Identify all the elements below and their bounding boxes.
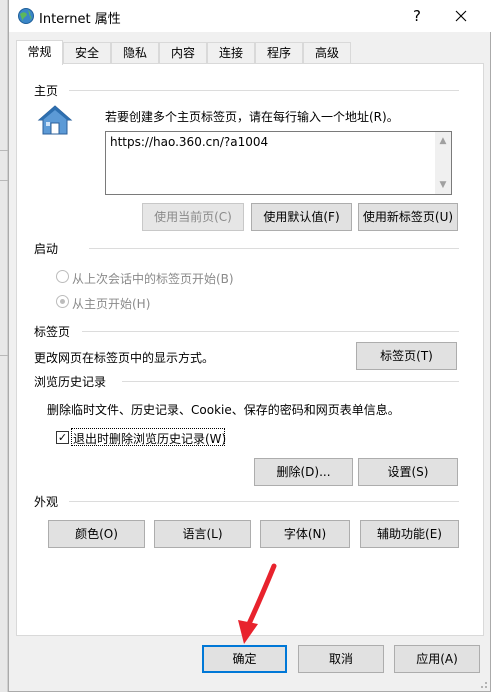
house-icon <box>37 105 73 135</box>
tab-content[interactable]: 内容 <box>159 42 207 64</box>
internet-properties-dialog: Internet 属性 ? 常规 安全 隐私 内容 连接 程序 高级 主页 若要… <box>8 0 491 692</box>
homepage-instruction: 若要创建多个主页标签页，请在每行输入一个地址(R)。 <box>105 110 399 124</box>
tab-privacy[interactable]: 隐私 <box>111 42 159 64</box>
fonts-button[interactable]: 字体(N) <box>260 520 350 548</box>
radio-homepage[interactable] <box>56 295 69 308</box>
tab-advanced[interactable]: 高级 <box>303 42 351 64</box>
section-divider <box>69 90 459 91</box>
radio-homepage-label: 从主页开始(H) <box>72 297 151 311</box>
homepage-section-title: 主页 <box>34 84 59 98</box>
homepage-url-textarea[interactable]: https://hao.360.cn/?a1004 ▲ ▼ <box>105 131 452 195</box>
tabs-description: 更改网页在标签页中的显示方式。 <box>34 351 215 365</box>
use-current-button[interactable]: 使用当前页(C) <box>142 203 244 231</box>
tab-connections[interactable]: 连接 <box>207 42 255 64</box>
history-section-title: 浏览历史记录 <box>34 375 107 389</box>
languages-button[interactable]: 语言(L) <box>154 520 251 548</box>
colors-button[interactable]: 颜色(O) <box>48 520 145 548</box>
accessibility-button[interactable]: 辅助功能(E) <box>360 520 459 548</box>
window-title: Internet 属性 <box>39 12 121 27</box>
radio-last-session[interactable] <box>56 270 69 283</box>
internet-globe-icon <box>18 8 34 24</box>
section-divider <box>89 248 459 249</box>
appearance-section-title: 外观 <box>34 495 59 509</box>
section-divider <box>122 381 459 382</box>
delete-on-exit-label[interactable]: 退出时删除浏览历史记录(W) <box>73 430 226 447</box>
delete-history-button[interactable]: 删除(D)... <box>254 458 353 486</box>
history-settings-button[interactable]: 设置(S) <box>358 458 458 486</box>
tabs-settings-button[interactable]: 标签页(T) <box>356 342 457 370</box>
scroll-down-icon[interactable]: ▼ <box>438 180 448 190</box>
scroll-up-icon[interactable]: ▲ <box>438 136 448 146</box>
tab-security[interactable]: 安全 <box>63 42 111 64</box>
close-icon <box>455 10 467 22</box>
general-tab-panel: 主页 若要创建多个主页标签页，请在每行输入一个地址(R)。 https://ha… <box>16 63 484 636</box>
background-window-edge <box>0 0 8 692</box>
resize-grip-icon[interactable] <box>478 679 488 689</box>
use-new-tab-button[interactable]: 使用新标签页(U) <box>358 203 458 231</box>
section-divider <box>82 331 459 332</box>
ok-button[interactable]: 确定 <box>202 645 287 673</box>
homepage-url-value: https://hao.360.cn/?a1004 <box>110 135 269 149</box>
help-button[interactable]: ? <box>405 4 429 28</box>
title-bar: Internet 属性 ? <box>9 0 491 32</box>
use-default-button[interactable]: 使用默认值(F) <box>251 203 352 231</box>
textarea-scrollbar[interactable]: ▲ ▼ <box>435 132 451 194</box>
startup-section-title: 启动 <box>34 242 59 256</box>
radio-last-session-label: 从上次会话中的标签页开始(B) <box>72 272 234 286</box>
delete-on-exit-checkbox[interactable]: ✓ <box>56 431 69 444</box>
cancel-button[interactable]: 取消 <box>298 645 384 673</box>
history-description: 删除临时文件、历史记录、Cookie、保存的密码和网页表单信息。 <box>47 403 400 417</box>
section-divider <box>69 501 459 502</box>
close-button[interactable] <box>449 4 473 28</box>
tab-general[interactable]: 常规 <box>16 40 63 65</box>
tabs-section-title: 标签页 <box>34 325 71 339</box>
tab-programs[interactable]: 程序 <box>255 42 303 64</box>
apply-button[interactable]: 应用(A) <box>394 645 480 673</box>
